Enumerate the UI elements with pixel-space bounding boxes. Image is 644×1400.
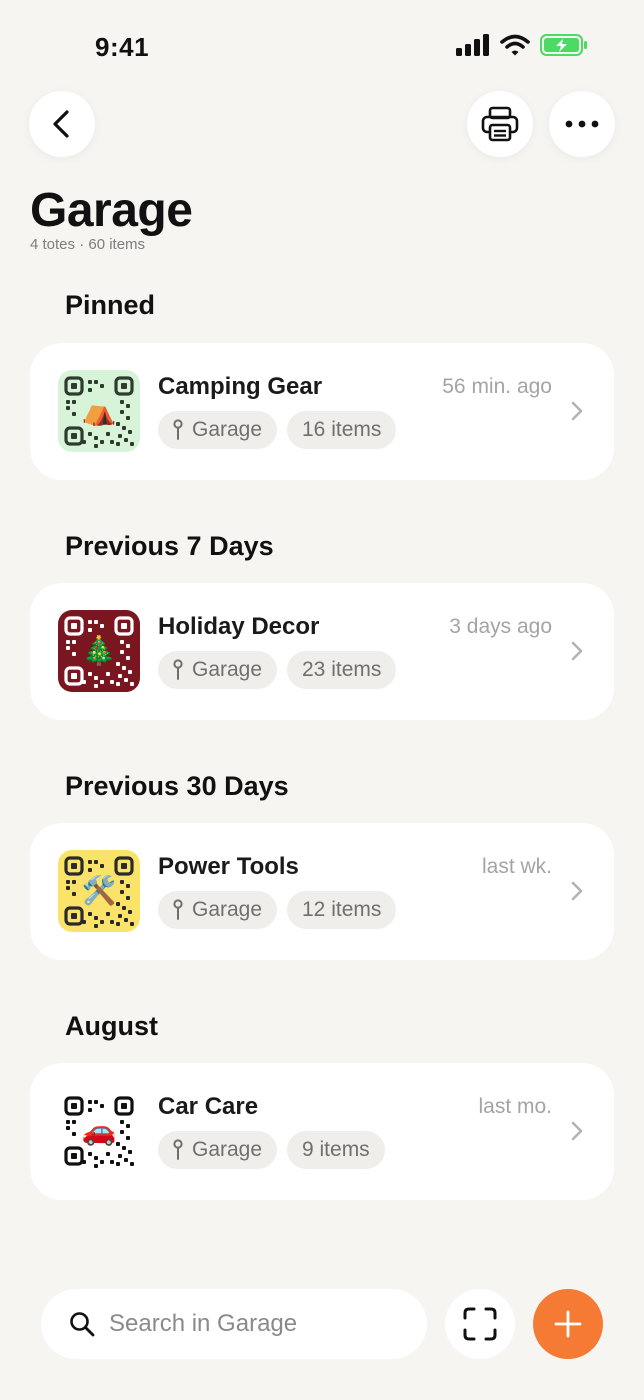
tote-time: 3 days ago [449,615,552,638]
chevron-left-icon [53,110,69,138]
tote-card[interactable]: 🛠️ Power Tools last wk. Garage 12 items [30,823,614,960]
item-count-chip: 12 items [287,891,397,929]
tote-time: 56 min. ago [442,375,552,398]
tote-name: Car Care [158,1093,259,1120]
tote-name: Camping Gear [158,373,323,400]
scan-button[interactable] [445,1289,515,1359]
location-label: Garage [192,658,263,681]
tote-time: last mo. [478,1095,552,1118]
status-bar: 9:41 [0,0,644,90]
scan-icon [463,1307,497,1341]
item-count-chip: 16 items [287,411,397,449]
chevron-right-icon [571,641,583,661]
location-label: Garage [192,1138,263,1161]
chevron-right-icon [571,881,583,901]
qr-code-icon: 🛠️ [58,850,140,932]
item-count-chip: 23 items [287,651,397,689]
tote-qr: 🛠️ [58,850,140,932]
qr-code-icon: 🚗 [58,1090,140,1172]
location-chip: Garage [158,411,278,449]
tote-card[interactable]: 🚗 Car Care last mo. Garage 9 items [30,1063,614,1200]
pin-icon [173,419,183,440]
location-chip: Garage [158,1131,278,1169]
wifi-icon [500,34,530,56]
tote-time: last wk. [481,855,552,878]
tote-name: Holiday Decor [158,613,320,640]
qr-code-icon: ⛺ [58,370,140,452]
print-button[interactable] [467,91,533,157]
search-icon [70,1312,95,1337]
more-button[interactable] [549,91,615,157]
pin-icon [173,1139,183,1160]
ellipsis-icon [565,120,599,128]
tote-qr: 🎄 [58,610,140,692]
section-header: Pinned [65,290,156,320]
location-label: Garage [192,898,263,921]
status-icons [456,34,588,56]
location-label: Garage [192,418,263,441]
search-bar[interactable] [41,1289,427,1359]
battery-icon [540,34,587,56]
status-time: 9:41 [95,32,150,62]
chevron-right-icon [571,401,583,421]
back-button[interactable] [29,91,95,157]
tote-name: Power Tools [158,853,299,880]
tote-qr: ⛺ [58,370,140,452]
signal-icon [456,34,489,56]
pin-icon [173,659,183,680]
pin-icon [173,899,183,920]
tote-qr: 🚗 [58,1090,140,1172]
page-subtitle: 4 totes · 60 items [30,236,146,253]
printer-icon [481,106,519,142]
location-chip: Garage [158,651,278,689]
tote-emoji: 🛠️ [82,873,117,907]
add-button[interactable] [533,1289,603,1359]
tote-emoji: 🚗 [82,1114,117,1147]
tote-card[interactable]: 🎄 Holiday Decor 3 days ago Garage 23 ite… [30,583,614,720]
page-title: Garage [30,184,193,237]
plus-icon [554,1310,582,1338]
chevron-right-icon [571,1121,583,1141]
tote-emoji: 🎄 [82,634,117,667]
section-header: August [65,1011,158,1041]
item-count-chip: 9 items [287,1131,385,1169]
qr-code-icon: 🎄 [58,610,140,692]
section-header: Previous 7 Days [65,531,274,561]
section-header: Previous 30 Days [65,771,289,801]
location-chip: Garage [158,891,278,929]
tote-emoji: ⛺ [82,394,117,427]
search-input[interactable] [109,1310,409,1338]
tote-card[interactable]: ⛺ Camping Gear 56 min. ago Garage 16 ite… [30,343,614,480]
